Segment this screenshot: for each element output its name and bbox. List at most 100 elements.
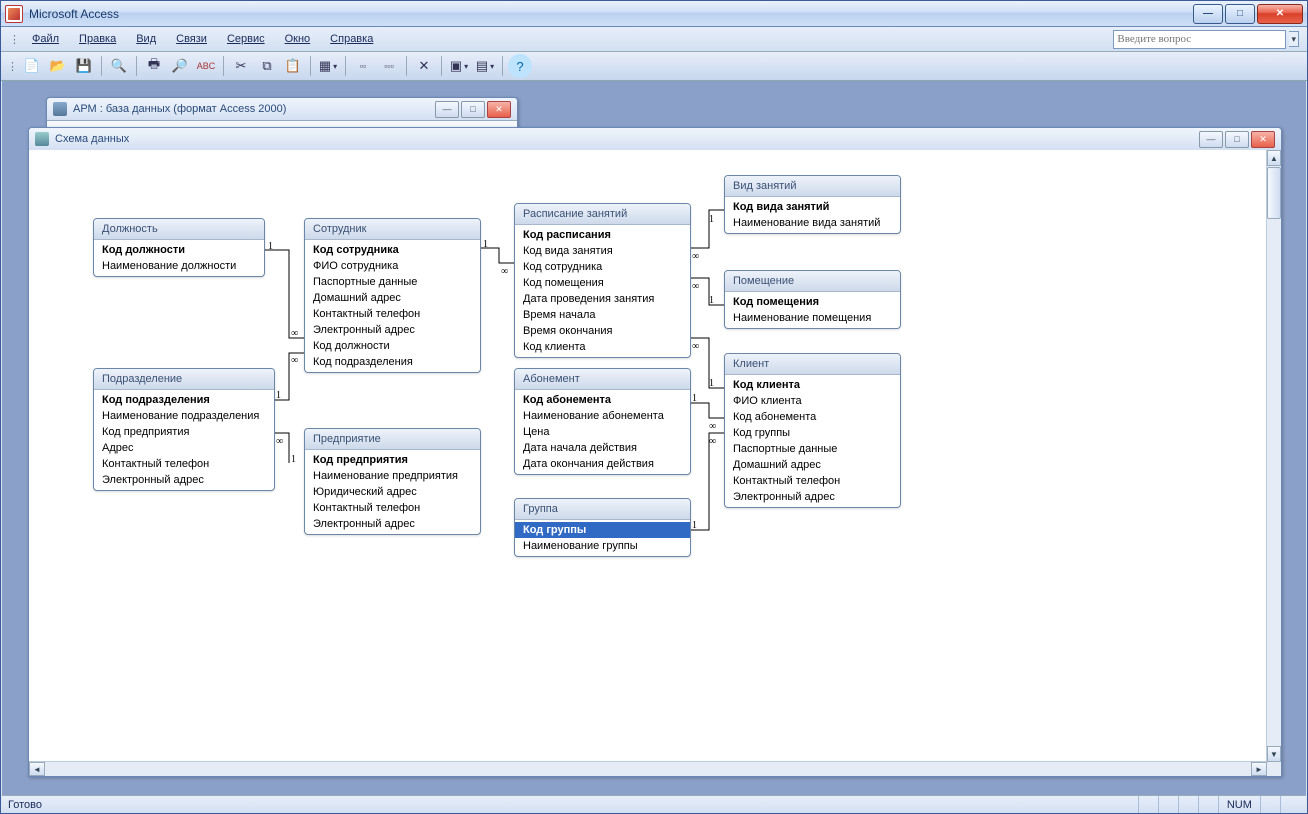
field[interactable]: ФИО клиента xyxy=(725,393,900,409)
table-dolzhnost[interactable]: Должность Код должности Наименование дол… xyxy=(93,218,265,277)
field[interactable]: Код должности xyxy=(94,242,264,258)
field[interactable]: Домашний адрес xyxy=(305,290,480,306)
schema-canvas[interactable]: 1∞ 1∞ 1∞ 1∞ 1∞ 1∞ xyxy=(29,150,1281,762)
table-gruppa[interactable]: Группа Код группы Наименование группы xyxy=(514,498,691,557)
field[interactable]: Код сотрудника xyxy=(305,242,480,258)
help-icon[interactable]: ? xyxy=(508,54,532,78)
field[interactable]: Паспортные данные xyxy=(725,441,900,457)
minimize-button[interactable]: — xyxy=(1193,4,1223,24)
cut-icon[interactable]: ✂ xyxy=(229,54,253,78)
field[interactable]: Код группы xyxy=(725,425,900,441)
field[interactable]: Наименование вида занятий xyxy=(725,215,900,231)
field[interactable]: Электронный адрес xyxy=(725,489,900,505)
field[interactable]: Контактный телефон xyxy=(305,500,480,516)
copy-icon[interactable]: ⧉ xyxy=(255,54,279,78)
schema-min-button[interactable]: — xyxy=(1199,131,1223,148)
close-button[interactable]: ✕ xyxy=(1257,4,1303,24)
db-min-button[interactable]: — xyxy=(435,101,459,118)
field[interactable]: Юридический адрес xyxy=(305,484,480,500)
field[interactable]: Код помещения xyxy=(515,275,690,291)
preview-icon[interactable]: 🔎 xyxy=(168,54,192,78)
new-object-icon[interactable]: ▤ xyxy=(473,54,497,78)
field[interactable]: Наименование группы xyxy=(515,538,690,554)
schema-close-button[interactable]: ✕ xyxy=(1251,131,1275,148)
scroll-up-icon[interactable]: ▲ xyxy=(1267,150,1281,166)
table-sotrudnik[interactable]: Сотрудник Код сотрудника ФИО сотрудника … xyxy=(304,218,481,373)
menu-help[interactable]: Справка xyxy=(322,31,381,47)
table-klient[interactable]: Клиент Код клиента ФИО клиента Код абоне… xyxy=(724,353,901,508)
field[interactable]: Контактный телефон xyxy=(305,306,480,322)
field[interactable]: Дата начала действия xyxy=(515,440,690,456)
table-pomeschenie[interactable]: Помещение Код помещения Наименование пом… xyxy=(724,270,901,329)
search-icon[interactable]: 🔍 xyxy=(107,54,131,78)
table-raspisanie[interactable]: Расписание занятий Код расписания Код ви… xyxy=(514,203,691,358)
field[interactable]: Наименование предприятия xyxy=(305,468,480,484)
show-table-icon[interactable]: ▦ xyxy=(316,54,340,78)
menu-window[interactable]: Окно xyxy=(277,31,319,47)
field[interactable]: Наименование должности xyxy=(94,258,264,274)
field[interactable]: Код помещения xyxy=(725,294,900,310)
field[interactable]: Наименование помещения xyxy=(725,310,900,326)
spellcheck-icon[interactable]: ABC xyxy=(194,54,218,78)
field[interactable]: Код абонемента xyxy=(515,392,690,408)
field[interactable]: Дата окончания действия xyxy=(515,456,690,472)
field[interactable]: Код вида занятий xyxy=(725,199,900,215)
menu-edit[interactable]: Правка xyxy=(71,31,124,47)
new-icon[interactable]: 📄 xyxy=(20,54,44,78)
vertical-scrollbar[interactable]: ▲ ▼ xyxy=(1266,150,1281,762)
field[interactable]: Код клиента xyxy=(515,339,690,355)
field[interactable]: Код клиента xyxy=(725,377,900,393)
field[interactable]: Код должности xyxy=(305,338,480,354)
field-selected[interactable]: Код группы xyxy=(515,522,690,538)
table-vid[interactable]: Вид занятий Код вида занятий Наименовани… xyxy=(724,175,901,234)
schema-max-button[interactable]: □ xyxy=(1225,131,1249,148)
db-tool-icon[interactable]: ▣ xyxy=(447,54,471,78)
ask-question-input[interactable] xyxy=(1113,30,1286,49)
scroll-right-icon[interactable]: ► xyxy=(1251,762,1267,776)
show-all-icon[interactable]: ▫▫ xyxy=(351,54,375,78)
print-icon[interactable]: 🖶 xyxy=(142,54,166,78)
db-window[interactable]: АРМ : база данных (формат Access 2000) —… xyxy=(46,97,518,129)
menu-relations[interactable]: Связи xyxy=(168,31,215,47)
field[interactable]: Код сотрудника xyxy=(515,259,690,275)
field[interactable]: Контактный телефон xyxy=(94,456,274,472)
scroll-left-icon[interactable]: ◄ xyxy=(29,762,45,776)
field[interactable]: Код расписания xyxy=(515,227,690,243)
field[interactable]: Электронный адрес xyxy=(305,516,480,532)
schema-window[interactable]: Схема данных — □ ✕ 1∞ 1∞ 1∞ xyxy=(28,127,1282,777)
field[interactable]: Наименование подразделения xyxy=(94,408,274,424)
field[interactable]: Код предприятия xyxy=(305,452,480,468)
field[interactable]: Паспортные данные xyxy=(305,274,480,290)
field[interactable]: Дата проведения занятия xyxy=(515,291,690,307)
menu-file[interactable]: Файл xyxy=(24,31,67,47)
paste-icon[interactable]: 📋 xyxy=(281,54,305,78)
field[interactable]: Код абонемента xyxy=(725,409,900,425)
horizontal-scrollbar[interactable]: ◄ ► xyxy=(29,761,1267,776)
field[interactable]: Код вида занятия xyxy=(515,243,690,259)
open-icon[interactable]: 📂 xyxy=(46,54,70,78)
table-abonement[interactable]: Абонемент Код абонемента Наименование аб… xyxy=(514,368,691,475)
field[interactable]: Электронный адрес xyxy=(305,322,480,338)
menu-tools[interactable]: Сервис xyxy=(219,31,273,47)
field[interactable]: Цена xyxy=(515,424,690,440)
maximize-button[interactable]: □ xyxy=(1225,4,1255,24)
menu-view[interactable]: Вид xyxy=(128,31,164,47)
field[interactable]: Код предприятия xyxy=(94,424,274,440)
field[interactable]: ФИО сотрудника xyxy=(305,258,480,274)
db-close-button[interactable]: ✕ xyxy=(487,101,511,118)
field[interactable]: Наименование абонемента xyxy=(515,408,690,424)
delete-icon[interactable]: ✕ xyxy=(412,54,436,78)
field[interactable]: Домашний адрес xyxy=(725,457,900,473)
field[interactable]: Электронный адрес xyxy=(94,472,274,488)
show-direct-icon[interactable]: ▫▫▫ xyxy=(377,54,401,78)
save-icon[interactable]: 💾 xyxy=(72,54,96,78)
field[interactable]: Время начала xyxy=(515,307,690,323)
table-podrazdelenie[interactable]: Подразделение Код подразделения Наименов… xyxy=(93,368,275,491)
field[interactable]: Код подразделения xyxy=(94,392,274,408)
db-max-button[interactable]: □ xyxy=(461,101,485,118)
field[interactable]: Адрес xyxy=(94,440,274,456)
field[interactable]: Контактный телефон xyxy=(725,473,900,489)
table-predpriyatie[interactable]: Предприятие Код предприятия Наименование… xyxy=(304,428,481,535)
field[interactable]: Время окончания xyxy=(515,323,690,339)
scroll-thumb[interactable] xyxy=(1267,167,1281,219)
